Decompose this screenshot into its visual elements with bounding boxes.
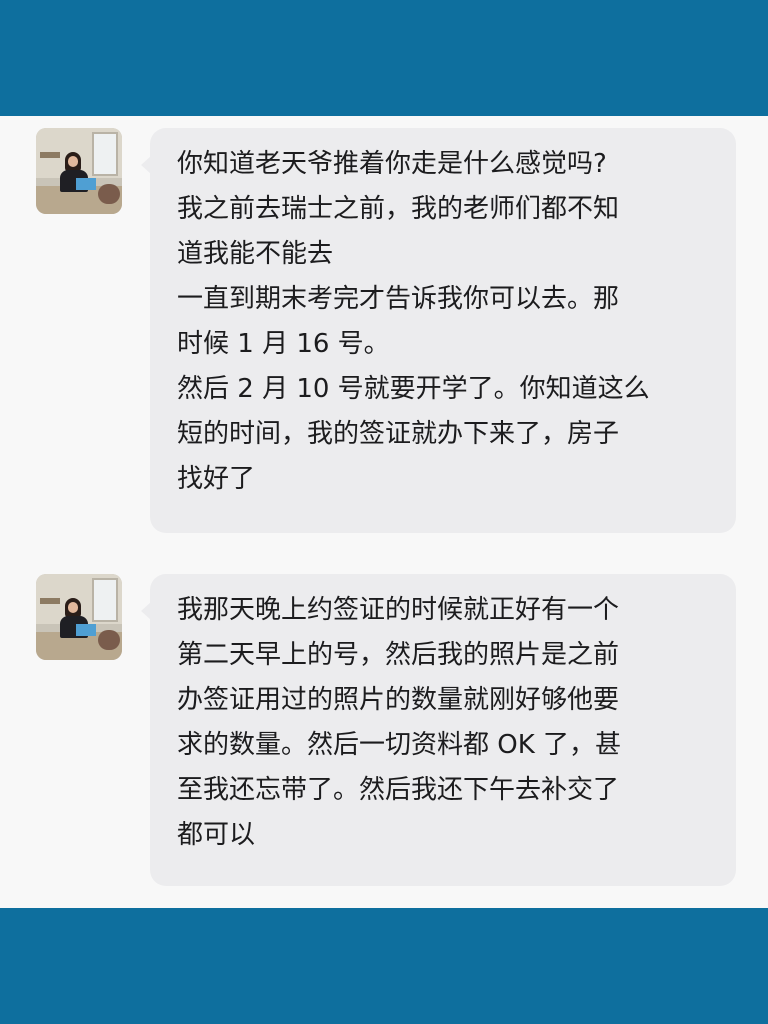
chat-area[interactable]: 你知道老天爷推着你走是什么感觉吗? 我之前去瑞士之前，我的老师们都不知 道我能不… (0, 116, 768, 908)
message-line: 然后 2 月 10 号就要开学了。你知道这么 (177, 374, 650, 404)
avatar-laptop (76, 178, 96, 190)
message-line: 我之前去瑞士之前，我的老师们都不知 (177, 194, 620, 224)
avatar-window (92, 578, 118, 622)
message-line: 都可以 (177, 820, 256, 850)
avatar-cushion (98, 184, 120, 204)
avatar-person-face (68, 156, 78, 167)
top-frame-band (0, 0, 768, 116)
avatar-shelf (40, 598, 60, 604)
message-line: 时候 1 月 16 号。 (177, 329, 390, 359)
message-bubble[interactable]: 你知道老天爷推着你走是什么感觉吗? 我之前去瑞士之前，我的老师们都不知 道我能不… (141, 128, 736, 533)
avatar-person-face (68, 602, 78, 613)
message-line: 找好了 (177, 464, 256, 494)
message-line: 求的数量。然后一切资料都 OK 了，甚 (177, 730, 622, 760)
message-line: 办签证用过的照片的数量就刚好够他要 (177, 685, 620, 715)
screenshot-page: 你知道老天爷推着你走是什么感觉吗? 我之前去瑞士之前，我的老师们都不知 道我能不… (0, 0, 768, 1024)
avatar-window (92, 132, 118, 176)
avatar-laptop (76, 624, 96, 636)
message-line: 我那天晚上约签证的时候就正好有一个 (177, 595, 620, 625)
message-line: 第二天早上的号，然后我的照片是之前 (177, 640, 620, 670)
message-bubble[interactable]: 我那天晚上约签证的时候就正好有一个 第二天早上的号，然后我的照片是之前 办签证用… (141, 574, 736, 886)
message-line: 至我还忘带了。然后我还下午去补交了 (177, 775, 620, 805)
message-line: 你知道老天爷推着你走是什么感觉吗? (177, 149, 607, 179)
message-line: 短的时间，我的签证就办下来了，房子 (177, 419, 620, 449)
message-line: 道我能不能去 (177, 239, 334, 269)
sender-avatar[interactable] (36, 574, 122, 660)
avatar-cushion (98, 630, 120, 650)
avatar-shelf (40, 152, 60, 158)
message-line: 一直到期末考完才告诉我你可以去。那 (177, 284, 620, 314)
bottom-frame-band (0, 908, 768, 1024)
sender-avatar[interactable] (36, 128, 122, 214)
